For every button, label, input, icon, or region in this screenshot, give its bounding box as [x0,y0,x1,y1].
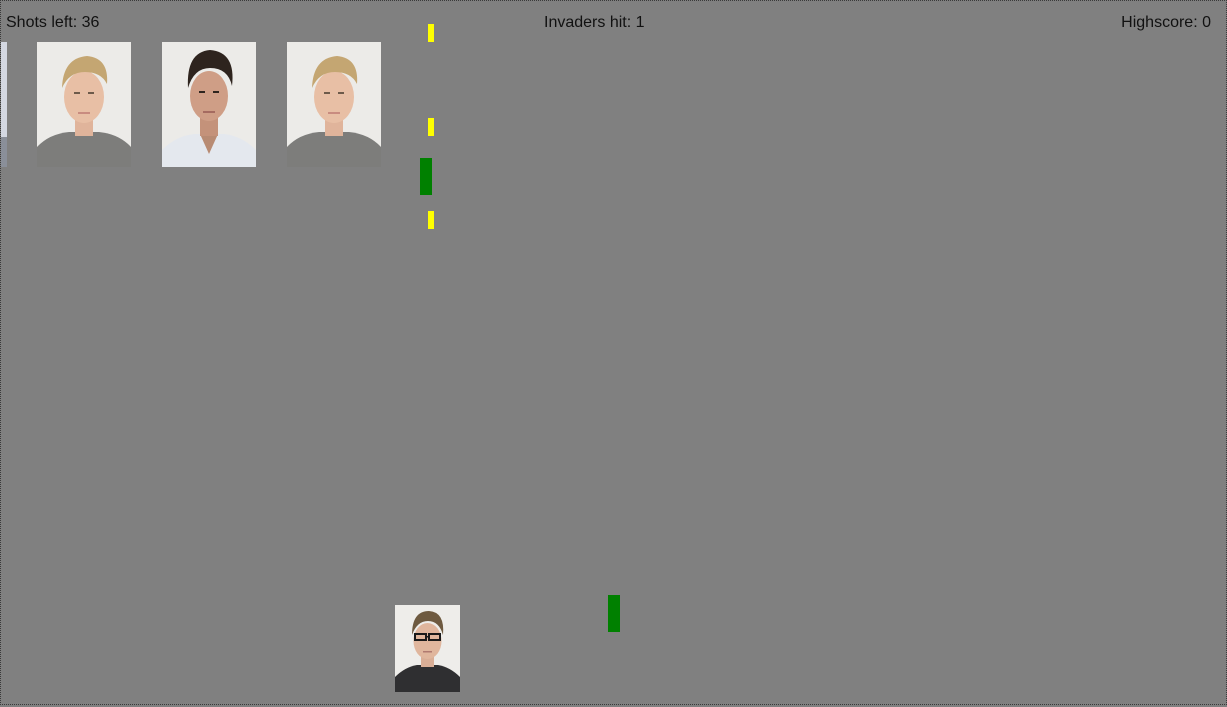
invader-3 [287,42,381,167]
man-with-glasses-portrait-icon [395,605,460,692]
highscore-label: Highscore: 0 [1121,14,1211,31]
invader-partial [1,42,7,167]
dark-haired-man-portrait-icon [162,42,256,167]
blond-man-portrait-icon [1,42,7,167]
blond-man-portrait-icon [287,42,381,167]
invader-shot [608,595,620,632]
player-shot [428,211,434,229]
invader-2 [162,42,256,167]
player-shot [428,24,434,42]
shots-left-label: Shots left: 36 [6,14,100,31]
player-shot [428,118,434,136]
invaders-hit-label: Invaders hit: 1 [544,14,645,31]
player-ship[interactable] [395,605,460,692]
blond-man-portrait-icon [37,42,131,167]
game-canvas[interactable]: Shots left: 36 Invaders hit: 1 Highscore… [0,0,1227,705]
invader-shot [420,158,432,195]
invader-1 [37,42,131,167]
